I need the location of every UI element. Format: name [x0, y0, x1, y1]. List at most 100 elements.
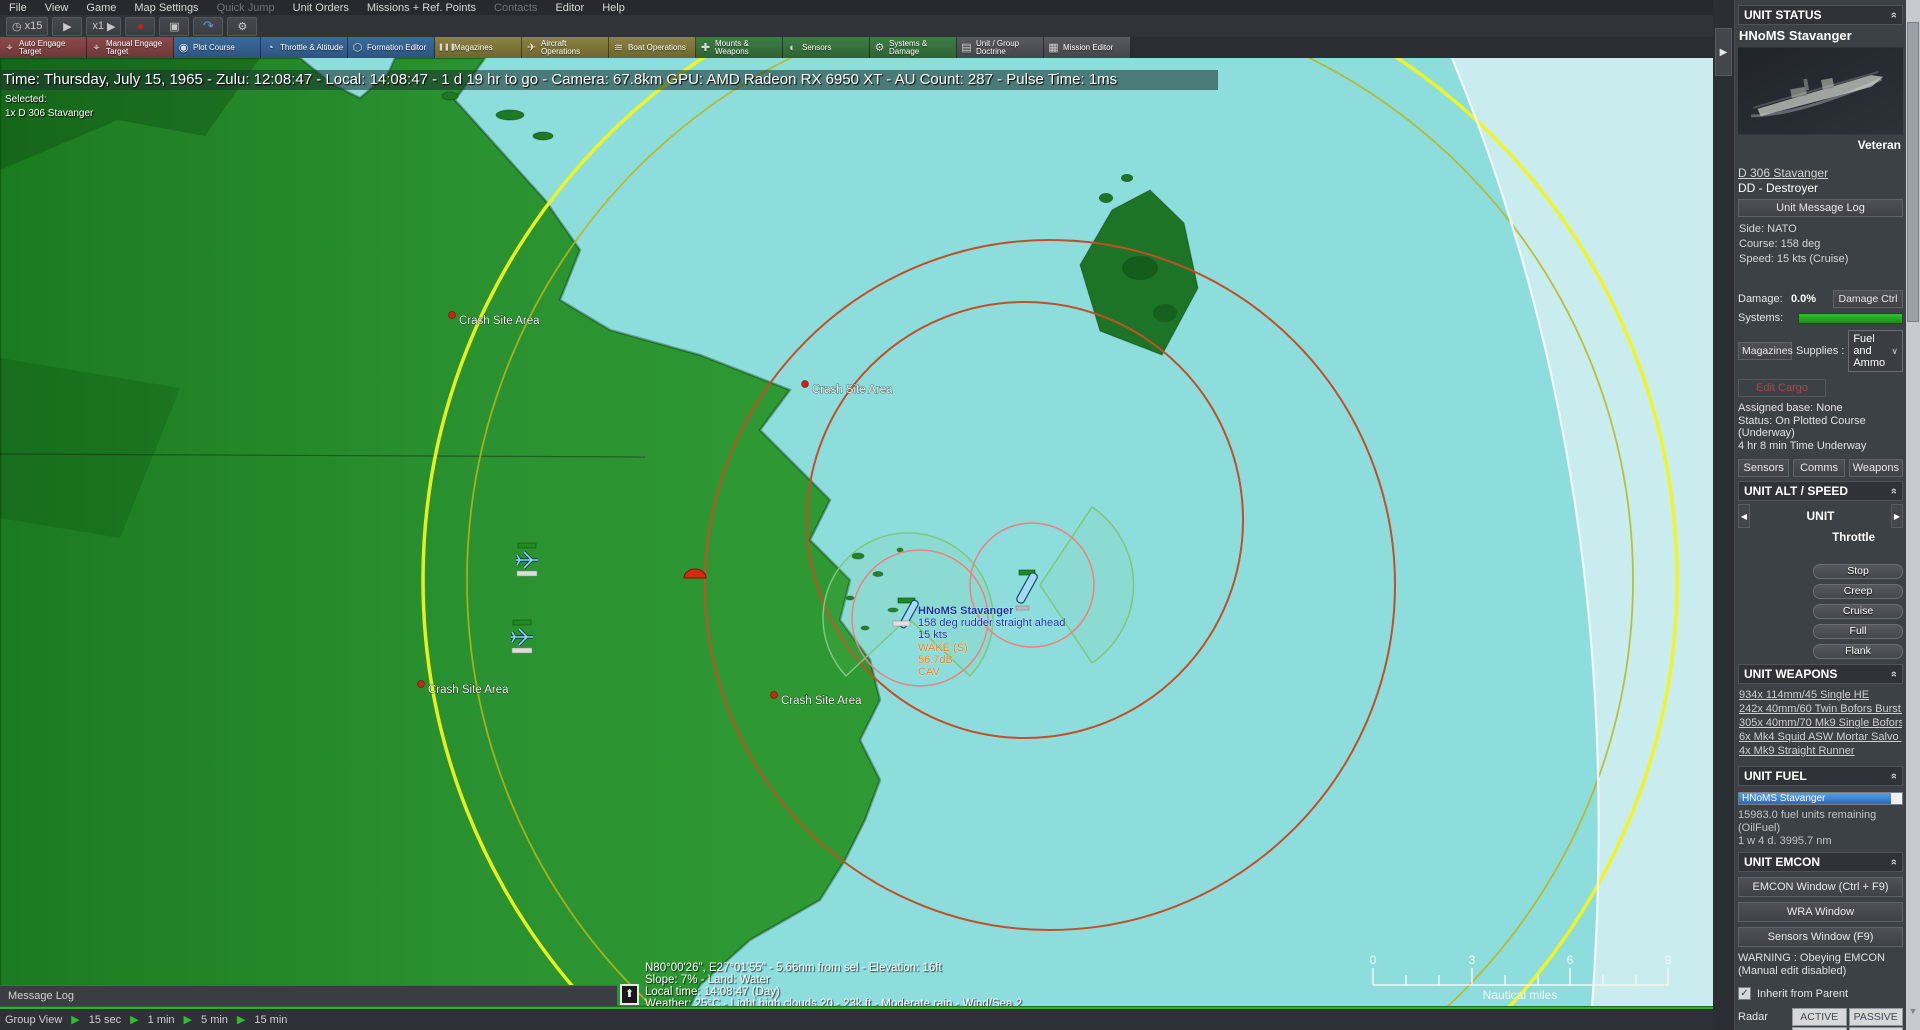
- interval-1min[interactable]: 1 min: [148, 1014, 175, 1026]
- play-triangle-icon[interactable]: ▶: [71, 1013, 79, 1026]
- crash-site-marker[interactable]: [771, 692, 777, 698]
- weapon-link[interactable]: 242x 40mm/60 Twin Bofors Burst [4 rnds]: [1739, 703, 1902, 716]
- menu-unit-orders[interactable]: Unit Orders: [284, 2, 358, 14]
- toolbar-plot-course[interactable]: ◉Plot Course: [174, 37, 261, 58]
- play-button[interactable]: ▶: [52, 17, 82, 36]
- aircraft-unit[interactable]: [516, 543, 538, 576]
- toolbar-mounts-weapons[interactable]: ✚Mounts & Weapons: [696, 37, 783, 58]
- map-canvas[interactable]: HNoMS Stavanger 158 deg rudder straight …: [0, 58, 1715, 1007]
- systems-health-bar: [1798, 313, 1903, 324]
- play-triangle-icon[interactable]: ▶: [237, 1013, 245, 1026]
- step-x1-button[interactable]: x1 ▶: [86, 17, 121, 36]
- unit-message-log-button[interactable]: Unit Message Log: [1738, 199, 1903, 217]
- radar-passive-button[interactable]: PASSIVE: [1849, 1008, 1904, 1026]
- message-log-bar[interactable]: Message Log: [0, 985, 617, 1006]
- toolbar-label: Plot Course: [193, 44, 235, 52]
- radar-active-button[interactable]: ACTIVE: [1792, 1008, 1847, 1026]
- menu-file[interactable]: File: [0, 2, 36, 14]
- time-compression-button[interactable]: ◷ x15: [6, 17, 48, 36]
- scrollbar-down-icon[interactable]: ▼: [1906, 1006, 1920, 1016]
- unit-group-toggle[interactable]: UNIT: [1750, 509, 1891, 523]
- interval-5min[interactable]: 5 min: [201, 1014, 228, 1026]
- menu-map-settings[interactable]: Map Settings: [125, 2, 207, 14]
- spacer: [1738, 268, 1903, 286]
- unit-alt-speed-header[interactable]: UNIT ALT / SPEED »: [1738, 481, 1903, 501]
- weapon-link[interactable]: 6x Mk4 Squid ASW Mortar Salvo [3 rnds]: [1739, 731, 1902, 744]
- supplies-dropdown[interactable]: Fuel and Ammo ∨: [1848, 330, 1903, 372]
- unit-weapons-header[interactable]: UNIT WEAPONS »: [1738, 664, 1903, 684]
- tactical-map[interactable]: HNoMS Stavanger 158 deg rudder straight …: [0, 58, 1715, 1007]
- unit-status-header[interactable]: UNIT STATUS »: [1738, 5, 1903, 25]
- toolbar-formation-editor[interactable]: ⬡Formation Editor: [348, 37, 435, 58]
- menu-help[interactable]: Help: [593, 2, 634, 14]
- jump-button[interactable]: ↷: [193, 17, 223, 36]
- throttle-flank-button[interactable]: Flank: [1813, 644, 1903, 659]
- recorder-view-button[interactable]: ▣: [159, 17, 189, 36]
- menu-game[interactable]: Game: [77, 2, 125, 14]
- toolbar-systems-damage[interactable]: ⚙Systems & Damage: [870, 37, 957, 58]
- collapse-chevron-icon[interactable]: »: [1888, 859, 1900, 865]
- sidebar-panels: UNIT STATUS » HNoMS Stavanger Veteran D …: [1735, 0, 1906, 1030]
- record-button[interactable]: ●: [125, 17, 155, 36]
- menu-editor[interactable]: Editor: [546, 2, 593, 14]
- collapse-chevron-icon[interactable]: »: [1888, 488, 1900, 494]
- weapon-link[interactable]: 4x Mk9 Straight Runner: [1739, 745, 1902, 758]
- collapse-chevron-icon[interactable]: »: [1888, 773, 1900, 779]
- toolbar-aircraft-operations[interactable]: ✈Aircraft Operations: [522, 37, 609, 58]
- boat-icon: ≋: [612, 44, 625, 52]
- crash-site-marker[interactable]: [449, 312, 455, 318]
- toolbar-unit-group-doctrine[interactable]: ▤Unit / Group Doctrine: [957, 37, 1044, 58]
- toolbar-boat-operations[interactable]: ≋Boat Operations: [609, 37, 696, 58]
- scale-tick-label: 9: [1665, 953, 1672, 967]
- scrollbar-thumb[interactable]: [1907, 22, 1919, 322]
- toolbar-throttle-altitude[interactable]: ◔Throttle & Altitude: [261, 37, 348, 58]
- toolbar-auto-engage-target[interactable]: ⌖Auto Engage Target: [0, 37, 87, 58]
- toolbar-sensors[interactable]: ◐Sensors: [783, 37, 870, 58]
- collapse-chevron-icon[interactable]: »: [1888, 671, 1900, 677]
- emcon-window-button[interactable]: EMCON Window (Ctrl + F9): [1738, 877, 1903, 897]
- unit-emcon-header[interactable]: UNIT EMCON »: [1738, 852, 1903, 872]
- north-up-icon[interactable]: ⬆: [620, 984, 639, 1005]
- next-unit-button[interactable]: ▶: [1891, 504, 1903, 528]
- sidebar-scrollbar[interactable]: ▼: [1906, 0, 1920, 1030]
- settings-button[interactable]: ⚙: [227, 17, 257, 36]
- toolbar-label: Mission Editor: [1063, 44, 1113, 52]
- interval-15sec[interactable]: 15 sec: [89, 1014, 121, 1026]
- toolbar-manual-engage-target[interactable]: ⌖Manual Engage Target: [87, 37, 174, 58]
- group-view-toggle[interactable]: Group View: [5, 1014, 62, 1026]
- aircraft-unit[interactable]: [511, 620, 533, 653]
- sensors-button[interactable]: Sensors: [1738, 459, 1789, 477]
- inherit-checkbox[interactable]: ✓: [1738, 987, 1751, 1000]
- unit-status-text: Status: On Plotted Course (Underway): [1738, 415, 1903, 440]
- weapons-button[interactable]: Weapons: [1849, 459, 1903, 477]
- throttle-cruise-button[interactable]: Cruise: [1813, 604, 1903, 619]
- crash-site-marker[interactable]: [418, 681, 424, 687]
- crash-site-marker[interactable]: [802, 381, 808, 387]
- unit-fuel-header[interactable]: UNIT FUEL »: [1738, 766, 1903, 786]
- scale-tick-label: 0: [1370, 953, 1377, 967]
- toolbar-mission-editor[interactable]: ▦Mission Editor: [1044, 37, 1131, 58]
- play-triangle-icon[interactable]: ▶: [184, 1013, 192, 1026]
- play-triangle-icon[interactable]: ▶: [130, 1013, 138, 1026]
- damage-ctrl-button[interactable]: Damage Ctrl: [1833, 290, 1903, 308]
- throttle-full-button[interactable]: Full: [1813, 624, 1903, 639]
- collapse-chevron-icon[interactable]: »: [1888, 12, 1900, 18]
- menu-view[interactable]: View: [36, 2, 78, 14]
- scale-tick-label: 3: [1469, 953, 1476, 967]
- comms-button[interactable]: Comms: [1793, 459, 1844, 477]
- wra-window-button[interactable]: WRA Window: [1738, 902, 1903, 922]
- sensors-window-button[interactable]: Sensors Window (F9): [1738, 927, 1903, 947]
- magazines-button[interactable]: Magazines: [1738, 342, 1792, 360]
- interval-15min[interactable]: 15 min: [254, 1014, 287, 1026]
- throttle-creep-button[interactable]: Creep: [1813, 584, 1903, 599]
- supplies-label: Supplies :: [1796, 345, 1844, 357]
- prev-unit-button[interactable]: ◀: [1738, 504, 1750, 528]
- toolbar-magazines[interactable]: ❚❚❚Magazines: [435, 37, 522, 58]
- unit-db-link[interactable]: D 306 Stavanger: [1738, 166, 1903, 180]
- toolbar-label: Formation Editor: [367, 44, 426, 52]
- menu-missions-ref-points[interactable]: Missions + Ref. Points: [358, 2, 485, 14]
- throttle-stop-button[interactable]: Stop: [1813, 564, 1903, 579]
- sidebar-collapse-button[interactable]: ▶: [1715, 28, 1732, 76]
- weapon-link[interactable]: 305x 40mm/70 Mk9 Single Bofors Burst [4 …: [1739, 717, 1902, 730]
- weapon-link[interactable]: 934x 114mm/45 Single HE: [1739, 689, 1902, 702]
